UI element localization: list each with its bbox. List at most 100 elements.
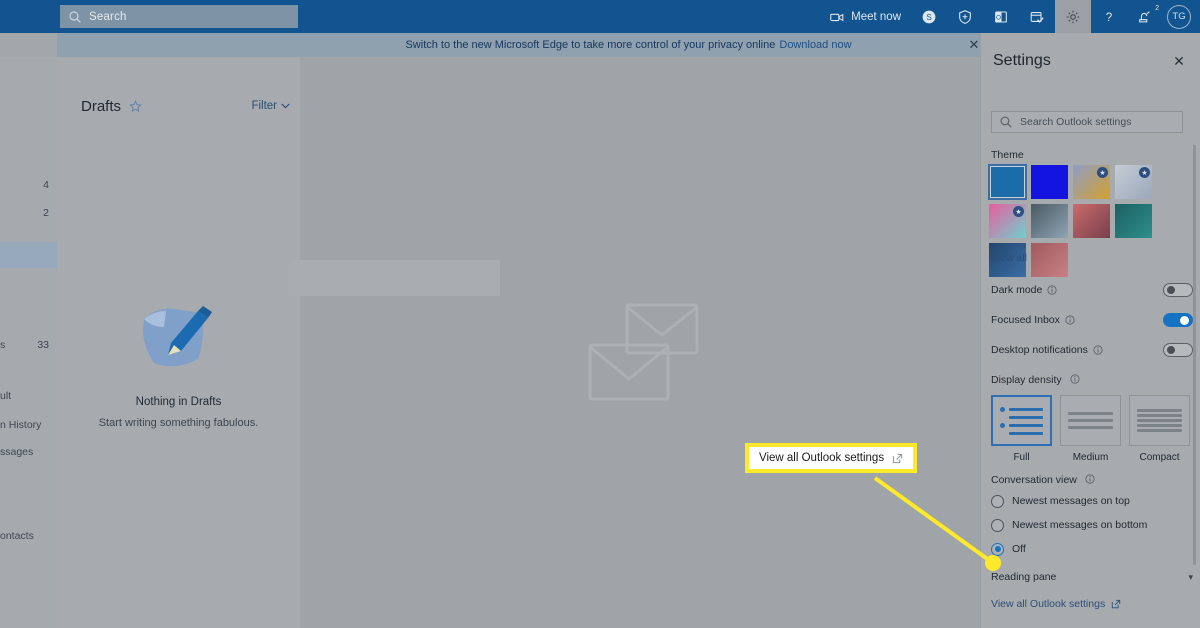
density-option-full[interactable]: Full (991, 395, 1052, 463)
folder-sidebar: 4 2 33 s ult n History ssages ontacts (0, 57, 57, 628)
radio-off[interactable]: Off (991, 538, 1193, 560)
annotation-callout-label: View all Outlook settings (759, 452, 885, 464)
theme-view-all-link[interactable]: View all (991, 252, 1027, 264)
dark-mode-label: Dark mode (991, 284, 1043, 296)
info-icon[interactable] (1069, 374, 1080, 384)
outlook-web-app: Search Meet now S O ? 2 TG Switch to the… (0, 0, 1200, 628)
density-label-medium: Medium (1072, 452, 1109, 463)
app-launcher-button[interactable] (0, 0, 48, 33)
radio-label: Newest messages on bottom (1012, 519, 1148, 531)
video-camera-icon (830, 13, 844, 21)
dark-mode-toggle[interactable] (1163, 283, 1193, 297)
message-list-column: Drafts Filter Nothing in Drafts Start wr… (57, 57, 300, 628)
svg-text:S: S (926, 13, 931, 22)
skype-button[interactable]: S (911, 0, 947, 33)
settings-search-placeholder: Search Outlook settings (1020, 116, 1132, 128)
settings-title: Settings (993, 52, 1051, 69)
envelopes-icon (588, 303, 699, 401)
question-mark-icon: ? (1106, 12, 1112, 24)
shield-icon (959, 9, 971, 24)
skype-icon: S (922, 10, 936, 23)
density-preview-full (991, 395, 1052, 446)
search-input[interactable]: Search (60, 5, 298, 28)
outlook-app-button[interactable]: O (983, 0, 1019, 33)
theme-swatch-feather-pastel[interactable]: ★ (1115, 165, 1152, 199)
folder-count: 2 (43, 207, 49, 219)
radio-button[interactable] (991, 542, 1004, 556)
desktop-notifications-label: Desktop notifications (991, 344, 1088, 356)
desktop-notifications-toggle[interactable] (1163, 343, 1193, 357)
settings-search-input[interactable]: Search Outlook settings (991, 111, 1183, 133)
sidebar-item-label: s (0, 339, 6, 351)
close-icon[interactable]: ✕ (1169, 51, 1189, 71)
draft-paper-pencil-icon (143, 306, 212, 367)
theme-swatch-teal-circuit[interactable] (1115, 204, 1152, 238)
reading-pane-section[interactable]: Reading pane ▾ (991, 571, 1193, 583)
view-all-outlook-settings-link[interactable]: View all Outlook settings (991, 593, 1193, 615)
message-list-header: Drafts Filter (57, 89, 300, 123)
desktop-notifications-row[interactable]: Desktop notifications (991, 340, 1193, 360)
radio-newest-on-top[interactable]: Newest messages on top (991, 490, 1193, 512)
theme-swatch-mountain-landscape[interactable] (1031, 204, 1068, 238)
theme-swatch-rainbow-unicorn[interactable]: ★ (989, 204, 1026, 238)
chevron-down-icon (281, 103, 290, 109)
density-option-compact[interactable]: Compact (1129, 395, 1190, 463)
filter-button[interactable]: Filter (251, 100, 290, 112)
avatar[interactable]: TG (1167, 4, 1191, 29)
density-preview-compact (1129, 395, 1190, 446)
feedback-button[interactable]: 2 (1127, 0, 1163, 33)
focused-inbox-toggle[interactable] (1163, 313, 1193, 327)
filter-label: Filter (251, 100, 277, 112)
theme-swatch-solid-dark-blue[interactable] (1031, 165, 1068, 199)
sidebar-item-drafts-selected[interactable] (0, 242, 57, 268)
gear-icon (1066, 10, 1080, 23)
suite-header-bar: Search Meet now S O ? 2 TG (0, 0, 1200, 33)
meet-now-button[interactable]: Meet now (819, 0, 911, 33)
outlook-app-icon: O (995, 10, 1007, 23)
chevron-down-icon[interactable]: ▾ (1188, 572, 1193, 583)
annotation-callout-inner: View all Outlook settings (749, 447, 914, 469)
theme-swatch-palm-sunset[interactable] (1073, 204, 1110, 238)
settings-gear-button[interactable] (1055, 0, 1091, 33)
sidebar-item-label[interactable]: ontacts (0, 525, 57, 547)
focused-inbox-row[interactable]: Focused Inbox (991, 310, 1193, 330)
info-icon[interactable] (1065, 315, 1075, 325)
sidebar-item-label[interactable]: n History (0, 414, 57, 436)
info-icon[interactable] (1047, 285, 1057, 295)
theme-swatch-red-bokeh[interactable] (1031, 243, 1068, 277)
edge-download-link[interactable]: Download now (779, 39, 851, 51)
search-icon (1000, 116, 1012, 128)
density-option-medium[interactable]: Medium (1060, 395, 1121, 463)
sidebar-item-label[interactable]: ult (0, 385, 57, 407)
premium-star-icon: ★ (1097, 167, 1108, 178)
settings-header: Settings ✕ (981, 45, 1200, 77)
help-button[interactable]: ? (1091, 0, 1127, 33)
view-all-link-label: View all Outlook settings (991, 598, 1106, 610)
edge-banner-text: Switch to the new Microsoft Edge to take… (405, 39, 776, 51)
calendar-check-button[interactable] (1019, 0, 1055, 33)
security-button[interactable] (947, 0, 983, 33)
page-title: Drafts (81, 97, 122, 115)
premium-star-icon: ★ (1013, 206, 1024, 217)
feedback-badge: 2 (1155, 5, 1159, 12)
radio-button[interactable] (991, 518, 1004, 532)
info-icon[interactable] (1085, 474, 1095, 484)
theme-swatch-solid-blue-selected[interactable] (988, 164, 1027, 200)
settings-scrollbar[interactable] (1193, 145, 1196, 565)
density-label-compact: Compact (1139, 452, 1180, 463)
radio-label: Off (1012, 543, 1026, 555)
reading-pane-label: Reading pane (991, 571, 1057, 583)
dark-mode-row[interactable]: Dark mode (991, 280, 1193, 300)
search-icon (69, 10, 81, 23)
folder-count: 4 (43, 179, 49, 191)
reading-pane-placeholder (290, 260, 500, 296)
radio-newest-on-bottom[interactable]: Newest messages on bottom (991, 514, 1193, 536)
info-icon[interactable] (1093, 345, 1103, 355)
theme-swatch-sunset-stripes[interactable]: ★ (1073, 165, 1110, 199)
radio-button[interactable] (991, 494, 1004, 508)
theme-section-label: Theme (991, 149, 1024, 161)
sidebar-item-label[interactable]: ssages (0, 441, 57, 463)
density-preview-medium (1060, 395, 1121, 446)
focused-inbox-label: Focused Inbox (991, 314, 1060, 326)
star-icon[interactable] (129, 99, 142, 113)
